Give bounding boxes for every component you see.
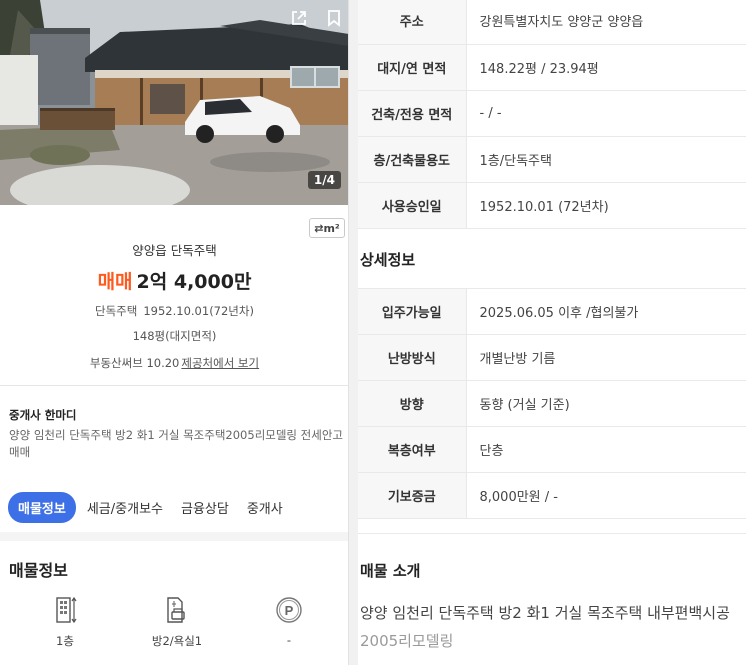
section-separator <box>0 532 348 541</box>
parking-icon: P <box>274 595 304 625</box>
row-key: 난방방식 <box>358 334 467 381</box>
detail-info-table: 입주가능일 2025.06.05 이후 /협의불가 난방방식 개별난방 기름 방향 동… <box>358 288 746 519</box>
intro-title: 매물 소개 <box>360 562 421 580</box>
approval-date: 1952.10.01(72년차) <box>143 304 254 318</box>
parking-info: P - <box>249 595 329 647</box>
row-key: 복층여부 <box>358 426 467 473</box>
listing-title: 양양읍 단독주택 <box>132 243 217 258</box>
divider <box>0 385 348 386</box>
building-type: 단독주택 <box>95 304 138 318</box>
intro-text: 양양 임천리 단독주택 방2 화1 거실 목조주택 내부편백시공 2005리모델… <box>360 599 746 655</box>
row-value: 148.22평 / 23.94평 <box>479 61 599 77</box>
row-key: 주소 <box>358 0 467 44</box>
row-key: 대지/연 면적 <box>358 44 467 90</box>
listing-right-panel: 주소 강원특별자치도 양양군 양양읍 대지/연 면적 148.22평 / 23.94… <box>358 0 746 665</box>
listing-tabs: 매물정보 세금/중개보수 금융상담 중개사 <box>8 492 290 523</box>
tab-listing-info[interactable]: 매물정보 <box>8 492 76 523</box>
svg-text:P: P <box>285 603 294 618</box>
land-area: 148평(대지면적) <box>132 329 217 343</box>
table-row: 방향 동향 (거실 기준) <box>358 380 746 427</box>
share-icon[interactable] <box>289 8 309 28</box>
row-value: 2025.06.05 이후 /협의불가 <box>479 306 639 321</box>
table-row: 건축/전용 면적 - / - <box>358 90 746 136</box>
source-line: 부동산써브 10.20 제공처에서 보기 <box>0 355 348 371</box>
row-key: 방향 <box>358 380 467 427</box>
listing-left-panel: 1/4 ⇄m² 양양읍 단독주택 매매 2억 4,000만 단독주택 1952.10… <box>0 0 349 665</box>
table-row: 입주가능일 2025.06.05 이후 /협의불가 <box>358 288 746 335</box>
listing-price: 매매 2억 4,000만 <box>0 267 348 294</box>
building-floor-icon <box>50 595 80 625</box>
row-key: 사용승인일 <box>358 182 467 228</box>
row-value: 1952.10.01 (72년차) <box>479 199 609 215</box>
table-row: 층/건축물용도 1층/단독주택 <box>358 136 746 182</box>
type-approval-line: 단독주택 1952.10.01(72년차) <box>0 303 348 319</box>
basic-info-table: 주소 강원특별자치도 양양군 양양읍 대지/연 면적 148.22평 / 23.94… <box>358 0 746 229</box>
row-value: 개별난방 기름 <box>479 352 556 367</box>
listing-summary: 양양읍 단독주택 매매 2억 4,000만 단독주택 1952.10.01(72년차… <box>0 240 348 371</box>
row-value: - / - <box>479 105 502 121</box>
parking-label: - <box>286 633 292 647</box>
agent-comment-text: 양양 임천리 단독주택 방2 화1 거실 목조주택2005리모델링 전세안고매매 <box>9 428 343 459</box>
room-info: 방2/욕실1 <box>137 595 217 649</box>
row-key: 기보증금 <box>358 472 467 519</box>
floor-info: 1층 <box>25 595 105 649</box>
tab-finance[interactable]: 금융상담 <box>174 492 236 523</box>
table-row: 난방방식 개별난방 기름 <box>358 334 746 381</box>
row-value: 1층/단독주택 <box>479 153 552 169</box>
row-key: 층/건축물용도 <box>358 136 467 182</box>
agent-comment-title: 중개사 한마디 <box>9 408 77 422</box>
detail-info-title: 상세정보 <box>360 251 416 269</box>
house-photo-illustration <box>0 0 348 205</box>
trade-type: 매매 <box>97 271 133 293</box>
intro-line-2: 2005리모델링 <box>360 632 454 650</box>
table-row: 주소 강원특별자치도 양양군 양양읍 <box>358 0 746 44</box>
listing-info-title: 매물정보 <box>9 561 68 580</box>
room-label: 방2/욕실1 <box>151 634 203 648</box>
row-value: 8,000만원 / - <box>479 490 558 505</box>
table-row: 복층여부 단층 <box>358 426 746 473</box>
row-value: 동향 (거실 기준) <box>479 398 570 413</box>
row-key: 건축/전용 면적 <box>358 90 467 136</box>
listing-info-icons: 1층 방2/욕실1 P - <box>0 595 348 665</box>
intro-line-1: 양양 임천리 단독주택 방2 화1 거실 목조주택 내부편백시공 <box>360 604 730 622</box>
divider <box>358 533 746 534</box>
source-provider: 부동산써브 10.20 <box>89 356 180 370</box>
table-row: 기보증금 8,000만원 / - <box>358 472 746 519</box>
area-unit-toggle[interactable]: ⇄m² <box>309 218 345 238</box>
bookmark-icon[interactable] <box>324 8 344 28</box>
source-link[interactable]: 제공처에서 보기 <box>181 356 259 370</box>
table-row: 대지/연 면적 148.22평 / 23.94평 <box>358 44 746 90</box>
row-value: 단층 <box>479 444 504 459</box>
table-row: 사용승인일 1952.10.01 (72년차) <box>358 182 746 228</box>
room-bath-icon <box>162 595 192 625</box>
listing-photo[interactable]: 1/4 <box>0 0 348 205</box>
panel-gap <box>349 0 358 665</box>
row-value: 강원특별자치도 양양군 양양읍 <box>479 15 644 31</box>
floor-label: 1층 <box>56 634 74 648</box>
tab-tax-fee[interactable]: 세금/중개보수 <box>80 492 170 523</box>
price-value: 2억 4,000만 <box>136 271 252 293</box>
tab-agent[interactable]: 중개사 <box>240 492 290 523</box>
photo-counter: 1/4 <box>307 171 341 189</box>
row-key: 입주가능일 <box>358 288 467 335</box>
